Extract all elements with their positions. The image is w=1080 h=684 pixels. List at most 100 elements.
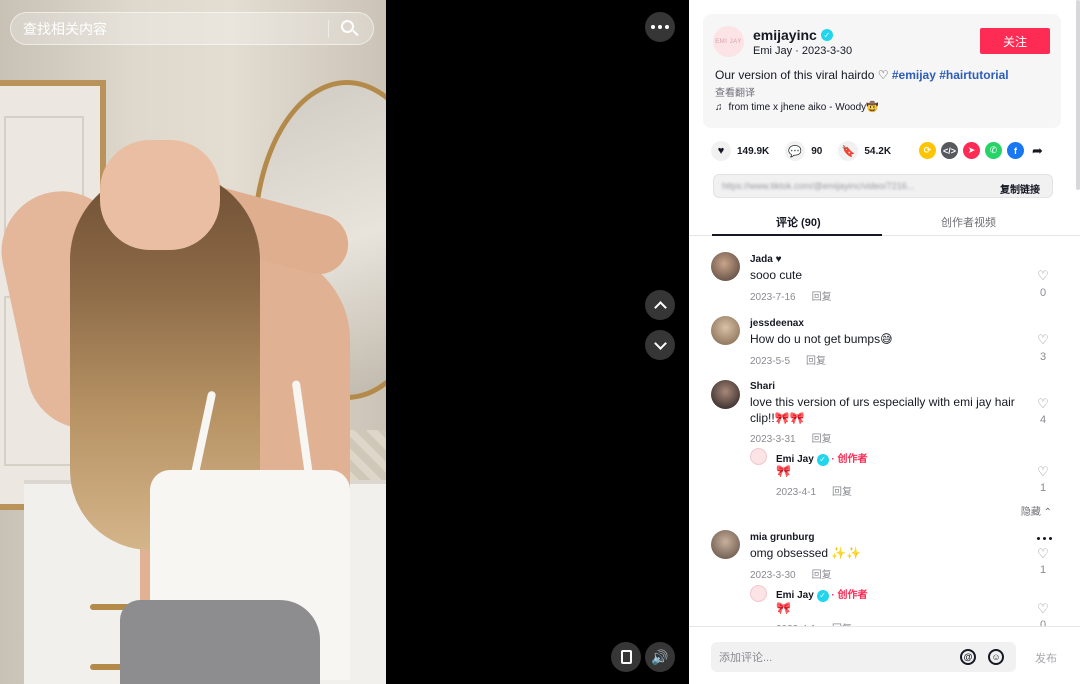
- details-panel: EMI JAY emijayinc ✓ Emi Jay · 2023-3-30 …: [689, 0, 1080, 684]
- author-subline: Emi Jay · 2023-3-30: [753, 45, 853, 57]
- facebook-icon[interactable]: f: [1007, 142, 1024, 159]
- embed-icon[interactable]: </>: [941, 142, 958, 159]
- hide-replies-button[interactable]: 隐藏 ⌃: [1021, 503, 1052, 518]
- volume-icon: 🔊: [651, 648, 669, 665]
- comment-like-icon[interactable]: ♡: [1036, 332, 1050, 348]
- reply-text: 🎀: [776, 601, 791, 615]
- save-button[interactable]: 🔖 54.2K: [838, 141, 891, 161]
- comment-list: Jada ♥ sooo cute 2023-7-16 回复 ♡ 0 jessdee…: [689, 238, 1080, 626]
- post-button[interactable]: 发布: [1035, 650, 1057, 666]
- comment-input[interactable]: 添加评论... @ ☺: [711, 642, 1016, 672]
- mention-icon[interactable]: @: [960, 649, 976, 665]
- music-note-icon: ♫: [715, 102, 723, 113]
- commenter-name[interactable]: Jada ♥: [750, 254, 782, 265]
- music-title[interactable]: from time x jhene aiko - Woody🤠: [729, 102, 879, 113]
- author-avatar[interactable]: EMI JAY: [713, 26, 744, 57]
- search-divider: [328, 19, 329, 38]
- comment-meta: 2023-3-30 回复: [750, 566, 832, 581]
- next-video-button[interactable]: [645, 330, 675, 360]
- reply-like-icon[interactable]: ♡: [1036, 464, 1050, 480]
- reply-avatar[interactable]: [750, 585, 767, 602]
- send-to-friends-icon[interactable]: ➤: [963, 142, 980, 159]
- hashtag-hairtutorial[interactable]: #hairtutorial: [939, 68, 1008, 82]
- music-info[interactable]: ♫ from time x jhene aiko - Woody🤠: [715, 102, 879, 113]
- tiktok-video-page: 查找相关内容 🔊 EMI JAY emijayinc ✓ Emi Jay · 2…: [0, 0, 1080, 684]
- reply-button[interactable]: 回复: [832, 487, 852, 498]
- comment-text-line2: clip!!🎀🎀: [750, 411, 805, 425]
- floating-window-icon: [620, 650, 632, 664]
- search-input[interactable]: 查找相关内容: [23, 19, 328, 39]
- comment-date: 2023-3-30: [750, 570, 796, 581]
- author-username[interactable]: emijayinc ✓: [753, 27, 833, 43]
- comment-icon: 💬: [785, 141, 806, 161]
- comment-button[interactable]: 💬 90: [785, 141, 822, 161]
- floating-window-button[interactable]: [611, 642, 641, 672]
- creator-badge: · 创作者: [831, 454, 868, 465]
- tab-creator-videos[interactable]: 创作者视频: [941, 214, 996, 230]
- like-button[interactable]: ♥ 149.9K: [711, 141, 769, 161]
- commenter-avatar[interactable]: [711, 252, 740, 281]
- more-dots-icon: [651, 25, 669, 29]
- search-icon[interactable]: [339, 18, 361, 40]
- comment-more-icon[interactable]: [1037, 537, 1052, 540]
- repost-icon[interactable]: ⟳: [919, 142, 936, 159]
- comment-like-count: 1: [1039, 564, 1047, 576]
- video-player[interactable]: 查找相关内容 🔊: [0, 0, 689, 684]
- comment-composer: 添加评论... @ ☺ 发布: [689, 626, 1080, 684]
- commenter-name[interactable]: Shari: [750, 381, 775, 392]
- panel-scrollbar[interactable]: [1076, 0, 1080, 190]
- comment-meta: 2023-5-5 回复: [750, 352, 826, 367]
- more-options-button[interactable]: [645, 12, 675, 42]
- commenter-name[interactable]: jessdeenax: [750, 318, 804, 329]
- commenter-avatar[interactable]: [711, 316, 740, 345]
- bookmark-icon: 🔖: [838, 141, 859, 161]
- verified-badge-icon: ✓: [816, 589, 829, 602]
- share-link-box: https://www.tiktok.com/@emijayinc/video/…: [713, 174, 1053, 198]
- share-arrow-icon[interactable]: ➦: [1029, 142, 1046, 159]
- share-buttons: ⟳ </> ➤ ✆ f ➦: [919, 142, 1046, 159]
- reply-author[interactable]: Emi Jay ✓ · 创作者: [776, 586, 867, 602]
- comment-input-placeholder[interactable]: 添加评论...: [719, 649, 960, 665]
- emoji-icon[interactable]: ☺: [988, 649, 1004, 665]
- save-count: 54.2K: [864, 145, 892, 157]
- comment-text: How do u not get bumps😅: [750, 332, 893, 346]
- creator-badge: · 创作者: [831, 590, 868, 601]
- verified-badge-icon: ✓: [820, 29, 833, 41]
- comment-like-icon[interactable]: ♡: [1036, 396, 1050, 412]
- search-bar[interactable]: 查找相关内容: [10, 12, 374, 45]
- post-date: 2023-3-30: [801, 45, 853, 57]
- verified-badge-icon: ✓: [816, 453, 829, 466]
- copy-link-button[interactable]: 复制链接: [1000, 181, 1040, 196]
- commenter-avatar[interactable]: [711, 380, 740, 409]
- tab-comments[interactable]: 评论 (90): [776, 214, 821, 230]
- share-link-url[interactable]: https://www.tiktok.com/@emijayinc/video/…: [722, 181, 982, 191]
- reply-text: 🎀: [776, 464, 791, 478]
- caption-text: Our version of this viral hairdo: [715, 68, 875, 82]
- translate-link[interactable]: 查看翻译: [715, 84, 755, 99]
- reply-author-name[interactable]: Emi Jay: [776, 590, 814, 601]
- whatsapp-icon[interactable]: ✆: [985, 142, 1002, 159]
- hashtag-emijay[interactable]: #emijay: [892, 68, 936, 82]
- reply-meta: 2023-4-1 回复: [776, 483, 852, 498]
- commenter-avatar[interactable]: [711, 530, 740, 559]
- commenter-name[interactable]: mia grunburg: [750, 532, 814, 543]
- reply-date: 2023-4-1: [776, 487, 817, 498]
- comment-like-count: 3: [1039, 351, 1047, 363]
- reply-like-count: 1: [1039, 482, 1047, 494]
- reply-button[interactable]: 回复: [806, 356, 826, 367]
- author-card: EMI JAY emijayinc ✓ Emi Jay · 2023-3-30 …: [703, 14, 1061, 128]
- comment-like-icon[interactable]: ♡: [1036, 268, 1050, 284]
- volume-button[interactable]: 🔊: [645, 642, 675, 672]
- follow-button[interactable]: 关注: [980, 28, 1050, 54]
- comment-date: 2023-5-5: [750, 356, 791, 367]
- author-username-text[interactable]: emijayinc: [753, 27, 817, 43]
- reply-button[interactable]: 回复: [812, 292, 832, 303]
- reply-avatar[interactable]: [750, 448, 767, 465]
- comment-like-icon[interactable]: ♡: [1036, 546, 1050, 562]
- heart-outline-icon: ♡: [877, 68, 889, 82]
- reply-button[interactable]: 回复: [812, 434, 832, 445]
- reply-like-icon[interactable]: ♡: [1036, 601, 1050, 617]
- reply-button[interactable]: 回复: [812, 570, 832, 581]
- video-frame[interactable]: [0, 0, 386, 684]
- previous-video-button[interactable]: [645, 290, 675, 320]
